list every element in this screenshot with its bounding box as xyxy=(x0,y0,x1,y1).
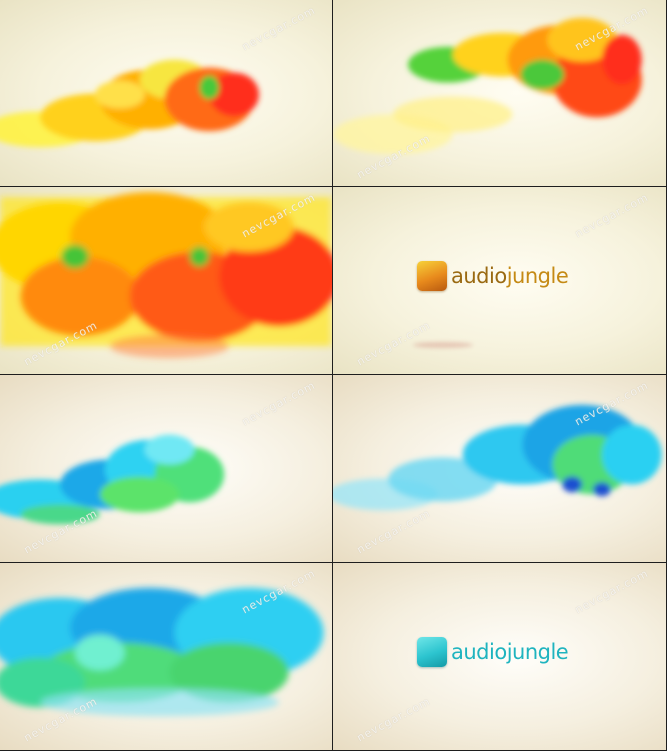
cool-logo-panel: audiojungle nevcgar.com nevcgar.com xyxy=(333,563,667,751)
logo-text-audio: audio xyxy=(451,264,507,288)
logo-text-jungle: jungle xyxy=(506,264,569,288)
audiojungle-logo-warm: audio jungle xyxy=(417,261,569,291)
warm-smoke-panel-3: nevcgar.com nevcgar.com xyxy=(0,187,333,375)
warm-smoke-panel-1: nevcgar.com xyxy=(0,0,333,187)
watermark-text: nevcgar.com xyxy=(354,694,433,745)
watermark-text: nevcgar.com xyxy=(572,566,651,617)
audiojungle-logo-icon xyxy=(417,637,447,667)
audiojungle-logo-icon xyxy=(417,261,447,291)
audiojungle-logo-cool: audiojungle xyxy=(417,637,569,667)
warm-smoke-panel-2: nevcgar.com nevcgar.com xyxy=(333,0,667,187)
logo-reflection xyxy=(413,342,473,348)
cool-smoke-panel-3: nevcgar.com nevcgar.com xyxy=(0,563,333,751)
cool-smoke-panel-1: nevcgar.com nevcgar.com xyxy=(0,375,333,563)
logo-text: audiojungle xyxy=(451,640,569,664)
warm-logo-panel: audio jungle nevcgar.com nevcgar.com xyxy=(333,187,667,375)
watermark-text: nevcgar.com xyxy=(572,190,651,241)
frame-grid: nevcgar.com nevcgar.com nevcgar.com nevc… xyxy=(0,0,667,751)
cool-smoke-panel-2: nevcgar.com nevcgar.com xyxy=(333,375,667,563)
